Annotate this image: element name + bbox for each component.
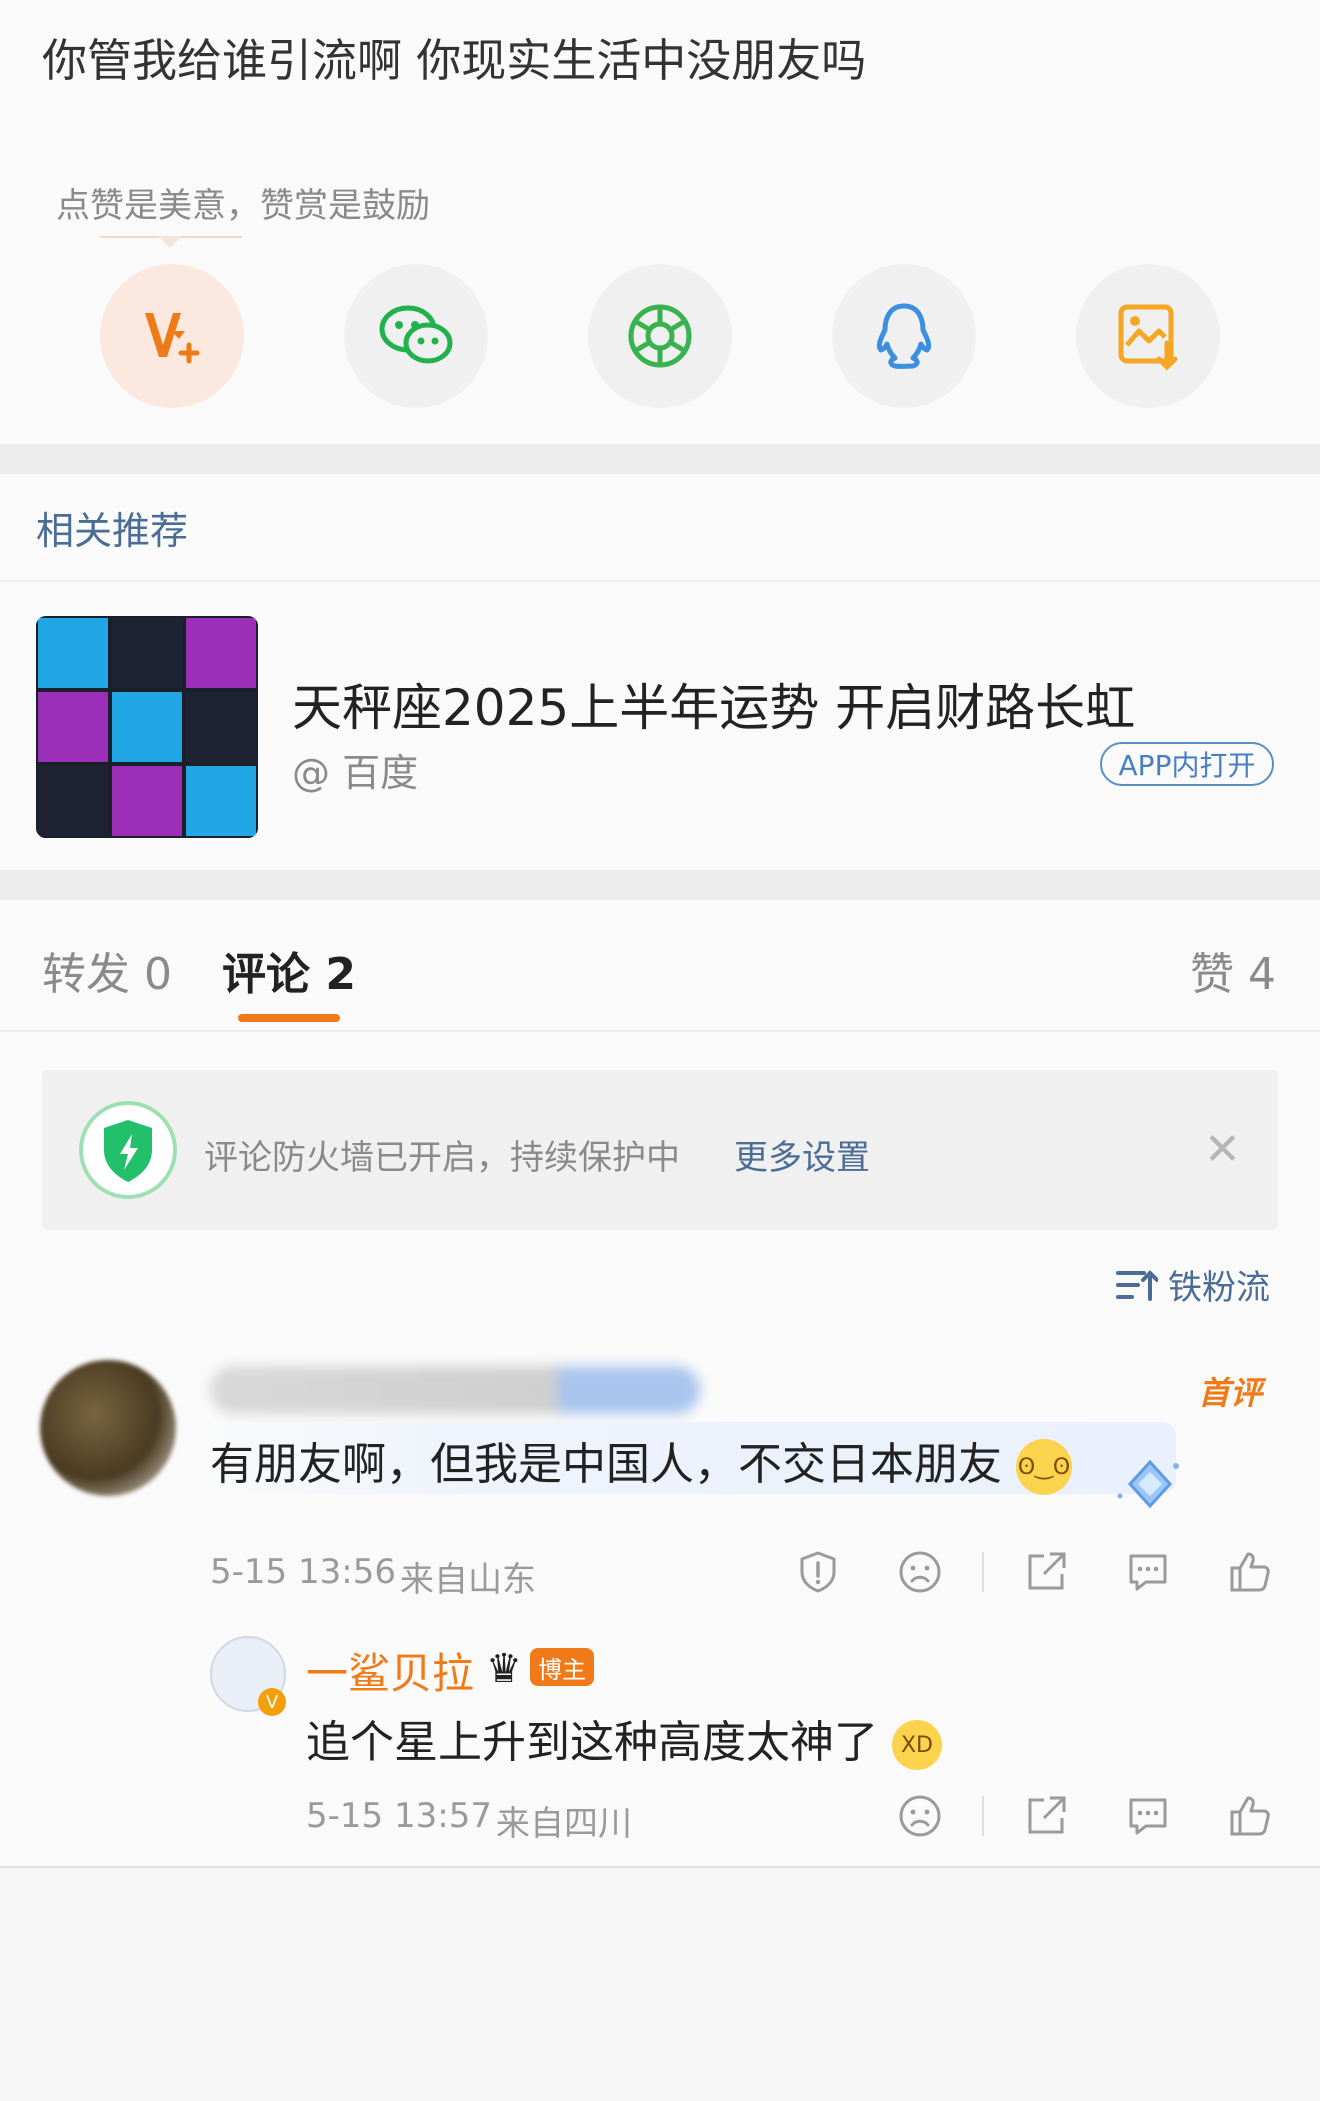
- sort-selector[interactable]: 铁粉流: [1116, 1260, 1270, 1309]
- report-icon: [800, 1551, 836, 1593]
- open-in-app-button[interactable]: APP内打开: [1100, 742, 1274, 786]
- post-text: 你管我给谁引流啊 你现实生活中没朋友吗: [42, 34, 867, 87]
- crown-icon: ♛: [486, 1646, 522, 1692]
- reward-caret: [158, 236, 182, 248]
- sort-icon: [1116, 1269, 1158, 1301]
- moments-share-button[interactable]: [588, 264, 732, 408]
- v-plus-button[interactable]: [100, 264, 244, 408]
- section-divider: [0, 444, 1320, 474]
- reply-button[interactable]: [1124, 1548, 1172, 1596]
- wechat-share-button[interactable]: [344, 264, 488, 408]
- tab-likes[interactable]: 赞 4: [1190, 938, 1276, 1002]
- comment-icon: [1129, 1554, 1167, 1591]
- tabs-separator: [0, 1030, 1320, 1032]
- reply-location: 来自四川: [496, 1804, 632, 1844]
- moments-icon: [628, 304, 692, 368]
- more-settings-link[interactable]: 更多设置: [734, 1130, 870, 1179]
- close-icon[interactable]: ✕: [1204, 1128, 1241, 1172]
- reward-label: 点赞是美意，赞赏是鼓励: [56, 186, 430, 226]
- sad-face-icon: [899, 1795, 941, 1837]
- section-divider: [0, 870, 1320, 900]
- comment-text: 有朋友啊，但我是中国人，不交日本朋友 ʘ‿ʘ: [210, 1428, 1072, 1495]
- comment-date: 5-15 13:56: [210, 1552, 396, 1592]
- report-button[interactable]: [794, 1548, 842, 1596]
- thumbs-up-icon: [1230, 1552, 1270, 1592]
- action-separator: [982, 1796, 984, 1836]
- like-button[interactable]: [1226, 1548, 1274, 1596]
- share-icon: [1028, 1796, 1066, 1834]
- dislike-button[interactable]: [896, 1548, 944, 1596]
- related-thumbnail[interactable]: [36, 616, 258, 838]
- reply-button[interactable]: [1124, 1792, 1172, 1840]
- related-title: 相关推荐: [36, 509, 189, 553]
- share-icon: [1028, 1552, 1066, 1590]
- reply-date: 5-15 13:57: [306, 1796, 492, 1836]
- save-image-icon: [1118, 304, 1178, 371]
- verified-badge-icon: V: [258, 1688, 286, 1716]
- tab-comments[interactable]: 评论 2: [222, 938, 356, 1002]
- firewall-status-text: 评论防火墙已开启，持续保护中: [204, 1138, 680, 1178]
- laughing-emoji-icon: XD: [892, 1720, 942, 1770]
- comment-location: 来自山东: [400, 1560, 536, 1600]
- qq-share-button[interactable]: [832, 264, 976, 408]
- related-headline[interactable]: 天秤座2025上半年运势 开启财路长虹: [292, 668, 1135, 740]
- comment-icon: [1129, 1798, 1167, 1835]
- thumbs-up-icon: [1230, 1796, 1270, 1836]
- active-tab-indicator: [238, 1014, 340, 1022]
- action-separator: [982, 1552, 984, 1592]
- wechat-icon: [379, 305, 453, 364]
- shield-icon: [79, 1101, 177, 1199]
- reply-author[interactable]: 一鲨贝拉: [306, 1640, 474, 1701]
- diamond-sticker-icon: [1117, 1459, 1179, 1509]
- v-plus-icon: [145, 313, 200, 364]
- dislike-button[interactable]: [896, 1792, 944, 1840]
- reply-body: 追个星上升到这种高度太神了: [306, 1717, 878, 1768]
- related-separator: [0, 580, 1320, 582]
- share-button[interactable]: [1022, 1548, 1070, 1596]
- first-comment-badge: 首评: [1198, 1374, 1263, 1412]
- tab-repost[interactable]: 转发 0: [42, 938, 172, 1002]
- like-button[interactable]: [1226, 1792, 1274, 1840]
- sort-label: 铁粉流: [1168, 1268, 1270, 1308]
- reply-text: 追个星上升到这种高度太神了 XD: [306, 1706, 942, 1770]
- sad-face-icon: [899, 1551, 941, 1593]
- related-source: @ 百度: [292, 751, 419, 795]
- share-button[interactable]: [1022, 1792, 1070, 1840]
- save-image-button[interactable]: [1076, 264, 1220, 408]
- author-badge: 博主: [530, 1648, 594, 1686]
- hug-emoji-icon: ʘ‿ʘ: [1016, 1439, 1072, 1495]
- qq-icon: [876, 303, 932, 369]
- comment-body: 有朋友啊，但我是中国人，不交日本朋友: [210, 1439, 1002, 1490]
- commenter-name-blurred[interactable]: [210, 1366, 700, 1414]
- comments-end-border: [0, 1866, 1320, 1868]
- avatar[interactable]: [40, 1360, 176, 1496]
